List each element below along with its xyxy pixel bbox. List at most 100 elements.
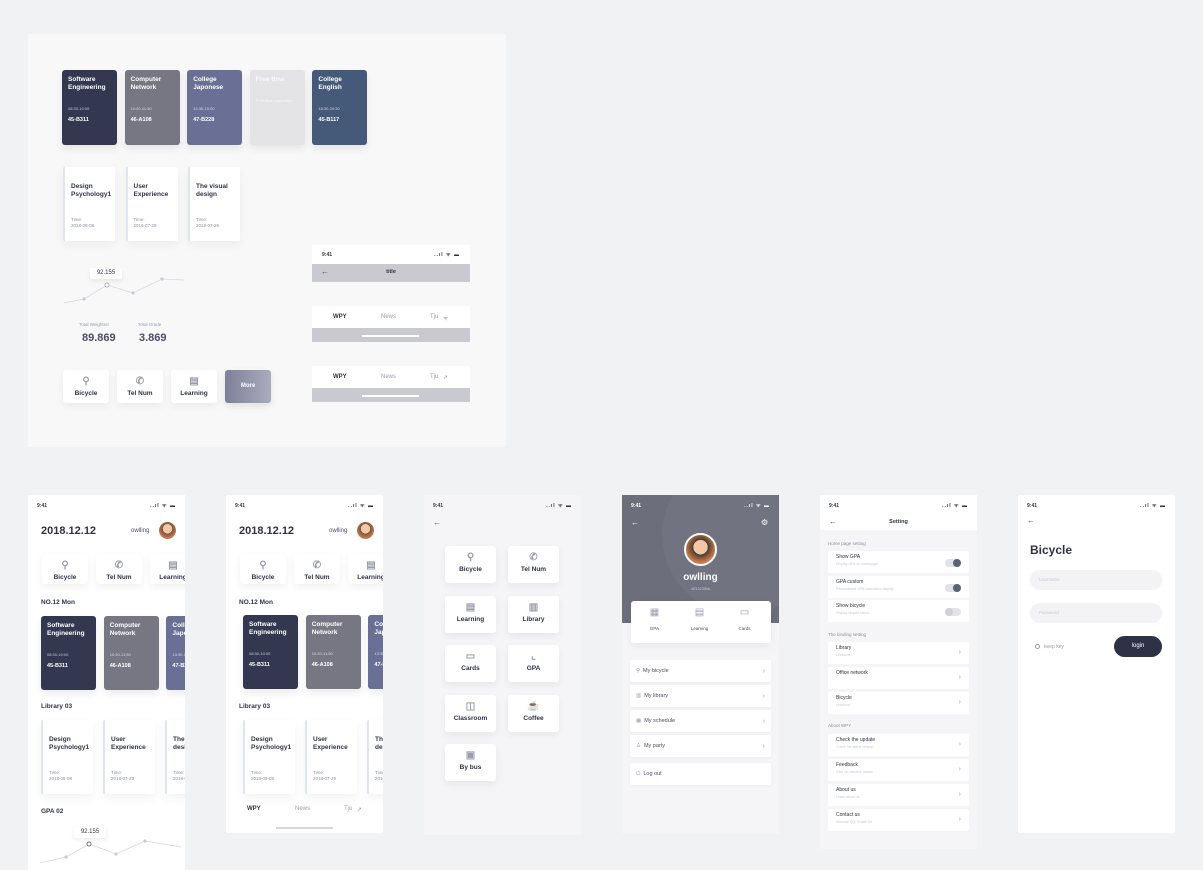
stat-learning[interactable]: ▤ Learning <box>686 607 713 631</box>
back-arrow-icon[interactable]: ← <box>631 518 639 527</box>
menu-left: ▥ My library <box>636 693 668 699</box>
chevron-right-icon: › <box>762 717 765 725</box>
status-time: 9:41 <box>631 503 642 509</box>
menu-my-schedule[interactable]: ▦ My schedule › <box>630 710 771 732</box>
keep-key-radio[interactable] <box>1035 644 1040 649</box>
course-name: College Japonese <box>172 622 185 637</box>
quick-bicycle-button[interactable]: ⚲ Bicycle <box>63 370 109 403</box>
quick-bicycle-button[interactable]: ⚲ Bicycle <box>240 554 286 584</box>
bottom-tab-bar: WPY News Tju ➚ <box>226 798 383 833</box>
library-card[interactable]: Design Psychology1 Time: 2018-08-08 <box>243 720 295 794</box>
library-card[interactable]: The visual design Time:2018-07-26 <box>367 720 383 794</box>
course-card[interactable]: College English 18:30-20:30 45-B117 <box>312 70 368 145</box>
back-arrow-icon[interactable]: ← <box>433 518 441 527</box>
password-field[interactable]: Password <box>1030 603 1162 623</box>
back-arrow-icon[interactable]: ← <box>1027 516 1035 525</box>
setting-library[interactable]: Library Unbound › <box>828 642 969 664</box>
course-card[interactable]: College Japonese 13:30-15:00 47-B228 <box>187 70 243 145</box>
avatar[interactable] <box>357 522 374 539</box>
quick-coffee-button[interactable]: ☕ Coffee <box>508 694 559 732</box>
logout-icon: ⏻ <box>636 770 641 777</box>
course-time: 13:30-15:00 <box>374 651 383 656</box>
quick-gpa-button[interactable]: ⌞ GPA <box>508 645 559 682</box>
tab-news[interactable]: News <box>295 806 310 812</box>
quick-learning-button[interactable]: ▤ Learning <box>150 554 185 584</box>
setting-office-network[interactable]: Office network › <box>828 667 969 689</box>
setting-title: GPA custom <box>836 578 864 585</box>
library-card[interactable]: Design Psychology1 Time: 2018-08-08 <box>41 720 93 794</box>
library-card[interactable]: Design Psychology1 Time: 2018-08-08 <box>63 167 115 241</box>
quick-bicycle-button[interactable]: ⚲ Bicycle <box>42 554 88 584</box>
menu-my-library[interactable]: ▥ My library › <box>630 685 771 707</box>
tab-news[interactable]: News <box>381 374 396 380</box>
quick-bicycle-button[interactable]: ⚲ Bicycle <box>445 546 496 583</box>
course-card[interactable]: Computer Network 10:20-11:50 46-A108 <box>103 616 159 690</box>
book-date: 2018-07-26 <box>173 776 185 781</box>
chart-icon: ⌞ <box>531 651 536 662</box>
setting-feedback[interactable]: Feedback Give us valuable advice › <box>828 759 969 781</box>
course-name: Computer Network <box>311 621 343 636</box>
setting-title: Show bicycle <box>836 603 866 609</box>
logout-button[interactable]: ⏻ Log out <box>630 763 771 785</box>
quick-cards-button[interactable]: ▭ Cards <box>445 645 496 682</box>
quick-tel-num-button[interactable]: ✆ Tel Num <box>294 554 340 584</box>
library-card[interactable]: The visual design Time:2018-07-26 <box>188 167 240 241</box>
course-card[interactable]: College Japonese 13:30-15:00 47-B228 <box>368 615 383 689</box>
book-date: 2018-08-08 <box>71 223 95 228</box>
setting-check-the-update[interactable]: Check the update Check the latest version… <box>828 734 969 756</box>
stat-cards[interactable]: ▭ Cards <box>731 607 758 631</box>
quick-tel-num-button[interactable]: ✆ Tel Num <box>508 546 559 583</box>
menu-my-party[interactable]: ♙ My party › <box>630 735 771 757</box>
course-card[interactable]: Software Engineering 08:30-10:00 45-B311 <box>62 70 117 145</box>
tab-news[interactable]: News <box>381 314 396 320</box>
tab-wpy[interactable]: WPY <box>333 374 347 380</box>
quick-learning-button[interactable]: ▤ Learning <box>445 595 496 633</box>
setting-show-gpa[interactable]: Show GPA Display GPA on homepage <box>828 551 969 573</box>
library-card[interactable]: User Experience Time: 2018-07-29 <box>125 167 178 241</box>
book-icon: ▤ <box>168 560 178 571</box>
stat-gpa[interactable]: ▦ GPA <box>641 607 668 631</box>
setting-contact-us[interactable]: Contact us Wechat/ QQ/ Email/ Tel › <box>828 809 969 831</box>
setting-bicycle[interactable]: Bicycle Unbound › <box>828 692 969 714</box>
quick-learning-button[interactable]: ▤ Learning <box>348 554 383 584</box>
quick-by-bus-button[interactable]: ▣ By bus <box>445 744 496 781</box>
quick-learning-button[interactable]: ▤ Learning <box>171 370 217 403</box>
course-card[interactable]: College Japonese 13:30-15:00 47-B228 <box>166 616 185 690</box>
course-card[interactable]: Computer Network 10:20-11:50 46-A108 <box>305 615 361 689</box>
course-card[interactable]: Free time Free time class time <box>249 70 305 145</box>
book-title: Design Psychology1 <box>71 183 112 198</box>
chevron-right-icon: › <box>762 692 765 700</box>
tab-tju[interactable]: Tju <box>430 314 438 320</box>
quick-tel-num-button[interactable]: ✆ Tel Num <box>96 554 142 584</box>
library-card[interactable]: The visual design Time:2018-07-26 <box>165 720 185 794</box>
setting-gpa-custom[interactable]: GPA custom Personalized GPA calculation d… <box>828 575 969 598</box>
setting-show-bicycle[interactable]: Show bicycle Display bicycle status <box>828 600 969 622</box>
username-field[interactable]: Username <box>1030 570 1162 590</box>
avatar[interactable] <box>159 522 176 539</box>
tab-wpy[interactable]: WPY <box>247 806 261 812</box>
tab-wpy[interactable]: WPY <box>333 314 347 320</box>
quick-tel-num-button[interactable]: ✆ Tel Num <box>117 370 163 403</box>
course-card[interactable]: Software Engineering 08:30-10:00 45-B311 <box>41 616 96 690</box>
chevron-right-icon: › <box>958 699 961 706</box>
menu-my-bicycle[interactable]: ⚲ My bicycle › <box>630 660 771 682</box>
settings-gear-icon[interactable]: ⚙ <box>761 518 768 527</box>
course-card[interactable]: Software Engineering 08:30-10:00 45-B311 <box>243 615 298 689</box>
toggle-switch[interactable] <box>945 559 961 567</box>
status-icons: ..ıl ᯤ ▬ <box>434 252 460 258</box>
login-button[interactable]: login <box>1114 636 1162 657</box>
quick-library-button[interactable]: ▥ Library <box>508 595 559 633</box>
setting-about-us[interactable]: About us Learn about us › <box>828 784 969 806</box>
day-label: NO.12 Mon <box>41 599 75 606</box>
toggle-switch[interactable] <box>945 608 961 616</box>
course-card[interactable]: Computer Network 10:20-11:50 46-A108 <box>124 70 180 145</box>
toggle-switch[interactable] <box>945 583 961 592</box>
library-card[interactable]: User Experience Time: 2018-07-29 <box>305 720 357 794</box>
setting-subtitle: Wechat/ QQ/ Email/ Tel <box>836 820 873 824</box>
tab-tju[interactable]: Tju <box>430 374 438 380</box>
more-button[interactable]: More <box>225 370 271 403</box>
tab-tju[interactable]: Tju <box>344 806 352 812</box>
book-time: Time:2018-07-26 <box>173 770 185 782</box>
library-card[interactable]: User Experience Time: 2018-07-29 <box>103 720 155 794</box>
quick-classroom-button[interactable]: ◫ Classroom <box>445 694 496 732</box>
